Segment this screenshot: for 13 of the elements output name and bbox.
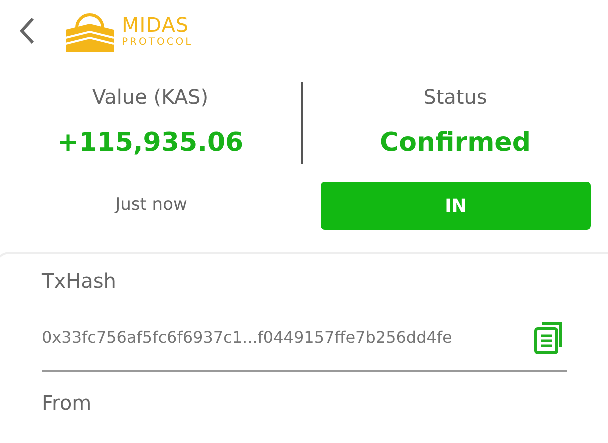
field-label: TxHash — [42, 268, 118, 295]
field-label: From — [42, 390, 93, 417]
copy-icon — [533, 321, 565, 355]
value-label: Value (KAS) — [92, 84, 209, 111]
status-label: Status — [424, 84, 488, 111]
direction-badge: IN — [321, 182, 591, 230]
logo-subtitle: PROTOCOL — [122, 38, 194, 48]
back-icon — [18, 16, 36, 46]
logo-name: MIDAS — [122, 14, 190, 34]
hash-value: 0x33fc756af5fc6f6937c1...f0449157ffe7b256dd4fe — [42, 327, 452, 349]
value-amount: +115,935.06 — [57, 127, 244, 160]
status-value: Confirmed — [380, 127, 531, 160]
time-text: Just now — [116, 194, 188, 218]
